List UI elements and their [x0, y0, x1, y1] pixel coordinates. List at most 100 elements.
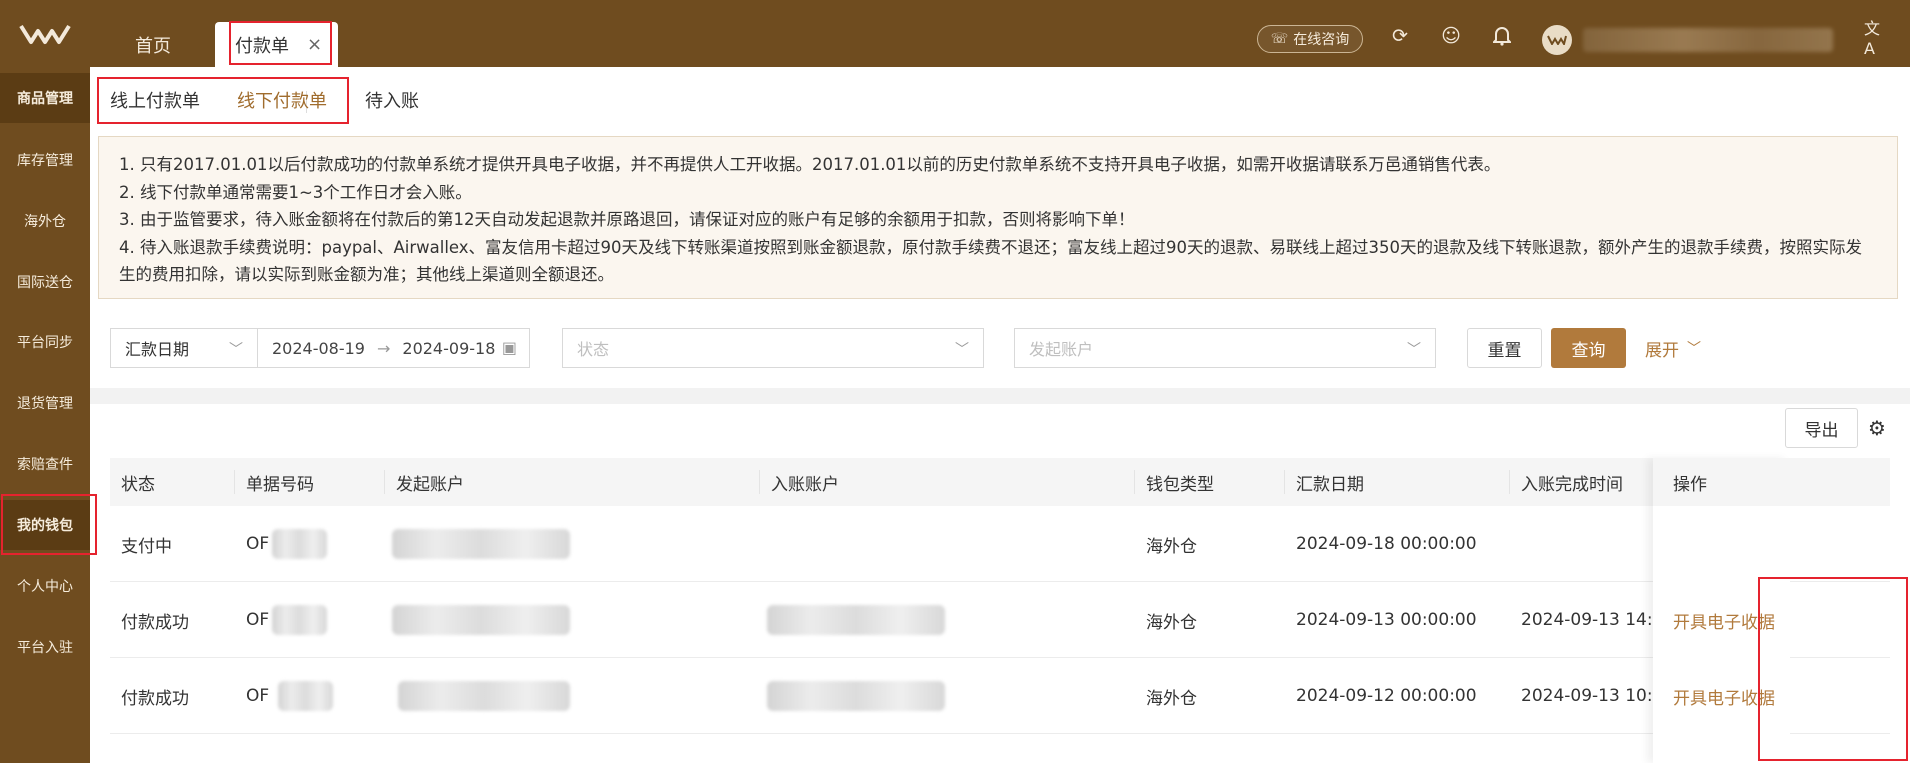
- notice-line-4: 4. 待入账退款手续费说明：paypal、Airwallex、富友信用卡超过90…: [119, 237, 1863, 285]
- sidebar-item-profile[interactable]: 个人中心: [0, 561, 90, 611]
- tab-payment-order[interactable]: 付款单 ×: [215, 22, 338, 67]
- refresh-icon[interactable]: ⟳: [1388, 24, 1412, 48]
- sidebar-item-products[interactable]: 商品管理: [0, 73, 90, 123]
- cell-wallet-type: 海外仓: [1146, 612, 1197, 633]
- sidebar-item-label: 退货管理: [17, 396, 73, 412]
- sidebar-item-intl-delivery[interactable]: 国际送仓: [0, 257, 90, 307]
- subtab-pending-credit[interactable]: 待入账: [365, 87, 419, 113]
- account-placeholder: 发起账户: [1029, 340, 1094, 359]
- subtab-offline-payment[interactable]: 线下付款单: [237, 87, 327, 113]
- chevron-down-icon: ﹀: [1687, 341, 1701, 357]
- sidebar-item-platform-onboarding[interactable]: 平台入驻: [0, 622, 90, 672]
- cell-doc-no[interactable]: OF: [246, 582, 269, 658]
- column-doc-no: 单据号码: [246, 474, 314, 495]
- gear-icon[interactable]: ⚙: [1868, 416, 1886, 440]
- chevron-down-icon: ﹀: [955, 342, 969, 358]
- feedback-icon[interactable]: ☺: [1439, 24, 1463, 48]
- issue-receipt-link[interactable]: 开具电子收据: [1673, 608, 1775, 633]
- doc-no-redacted: [272, 605, 327, 635]
- subtab-online-payment[interactable]: 线上付款单: [110, 87, 200, 113]
- sidebar-item-label: 平台同步: [17, 335, 73, 351]
- cell-doc-no[interactable]: OF: [246, 506, 269, 582]
- sidebar-item-platform-sync[interactable]: 平台同步: [0, 317, 90, 367]
- reset-button[interactable]: 重置: [1467, 328, 1542, 368]
- action-column: 操作 开具电子收据 开具电子收据: [1653, 458, 1790, 763]
- avatar[interactable]: [1542, 25, 1572, 55]
- tab-payment-order-label: 付款单: [235, 35, 289, 57]
- cell-remit-date: 2024-09-12 00:00:00: [1296, 686, 1477, 706]
- cell-doc-no[interactable]: OF: [246, 658, 269, 734]
- online-consult-label: 在线咨询: [1293, 32, 1350, 48]
- column-action: 操作: [1653, 458, 1790, 506]
- user-name-redacted: [1583, 28, 1833, 52]
- sidebar-item-label: 我的钱包: [17, 518, 73, 534]
- headset-icon: ☏: [1270, 31, 1289, 47]
- sidebar: 商品管理 库存管理 海外仓 国际送仓 平台同步 退货管理 索赔查件 我的钱包 个…: [0, 67, 90, 763]
- brand-logo-icon[interactable]: [0, 0, 90, 67]
- calendar-icon: ▣: [501, 338, 517, 357]
- column-divider: [1284, 470, 1285, 494]
- sidebar-item-label: 库存管理: [17, 153, 73, 169]
- chevron-down-icon: ﹀: [1407, 342, 1421, 358]
- cell-status: 支付中: [121, 536, 172, 557]
- initiating-account-redacted: [392, 529, 570, 559]
- sub-tabs: 线上付款单 线下付款单 待入账: [90, 67, 1910, 133]
- expand-button[interactable]: 展开 ﹀: [1645, 328, 1725, 368]
- section-divider: [90, 388, 1910, 404]
- sidebar-item-label: 商品管理: [17, 91, 73, 107]
- export-button[interactable]: 导出: [1785, 408, 1858, 448]
- top-bar: 首页 付款单 × ☏ 在线咨询 ⟳ ☺ 文A: [0, 0, 1910, 67]
- tab-home-label: 首页: [135, 35, 171, 57]
- initiating-account-redacted: [398, 681, 570, 711]
- close-icon[interactable]: ×: [307, 34, 322, 55]
- column-status: 状态: [121, 474, 155, 495]
- sidebar-item-label: 平台入驻: [17, 640, 73, 656]
- tab-home[interactable]: 首页: [118, 22, 188, 67]
- initiating-account-redacted: [392, 605, 570, 635]
- sidebar-item-label: 索赔查件: [17, 457, 73, 473]
- sidebar-item-returns[interactable]: 退货管理: [0, 378, 90, 428]
- action-cell: 开具电子收据: [1673, 582, 1775, 658]
- table-row: 支付中 OF 海外仓 2024-09-18 00:00:00: [110, 506, 1890, 582]
- column-complete-time: 入账完成时间: [1521, 474, 1623, 495]
- date-end: 2024-09-18: [402, 338, 496, 358]
- doc-no-redacted: [278, 681, 333, 711]
- status-select[interactable]: 状态 ﹀: [562, 328, 984, 368]
- status-placeholder: 状态: [577, 340, 610, 359]
- column-wallet-type: 钱包类型: [1146, 474, 1214, 495]
- column-receiving-account: 入账账户: [771, 474, 839, 495]
- sidebar-item-claims[interactable]: 索赔查件: [0, 439, 90, 489]
- chevron-down-icon: ﹀: [229, 342, 243, 358]
- notice-line-1: 1. 只有2017.01.01以后付款成功的付款单系统才提供开具电子收据，并不再…: [119, 155, 1501, 174]
- notice-panel: 1. 只有2017.01.01以后付款成功的付款单系统才提供开具电子收据，并不再…: [98, 136, 1898, 299]
- query-button[interactable]: 查询: [1551, 328, 1626, 368]
- receiving-account-redacted: [767, 605, 945, 635]
- table-header: 状态 单据号码 发起账户 入账账户 钱包类型 汇款日期 入账完成时间 付: [110, 458, 1890, 506]
- date-range-picker[interactable]: 2024-08-19 → 2024-09-18 ▣: [257, 328, 530, 368]
- column-divider: [1509, 470, 1510, 494]
- date-type-select[interactable]: 汇款日期 ﹀: [110, 328, 257, 368]
- table-row: 付款成功 OF 海外仓 2024-09-12 00:00:00 2024-09-…: [110, 658, 1890, 734]
- cell-status: 付款成功: [121, 688, 189, 709]
- column-divider: [234, 470, 235, 494]
- notice-line-2: 2. 线下付款单通常需要1~3个工作日才会入账。: [119, 182, 472, 202]
- date-start: 2024-08-19: [272, 338, 365, 358]
- table-row: 付款成功 OF 海外仓 2024-09-13 00:00:00 2024-09-…: [110, 582, 1890, 658]
- date-arrow: →: [376, 338, 391, 358]
- sidebar-item-overseas-warehouse[interactable]: 海外仓: [0, 196, 90, 246]
- sidebar-item-label: 海外仓: [24, 214, 66, 230]
- translate-icon[interactable]: 文A: [1864, 19, 1888, 58]
- bell-icon[interactable]: [1490, 24, 1514, 48]
- column-divider: [1134, 470, 1135, 494]
- sidebar-item-wallet[interactable]: 我的钱包: [0, 500, 90, 550]
- column-divider: [759, 470, 760, 494]
- online-consult-button[interactable]: ☏ 在线咨询: [1257, 25, 1363, 53]
- notice-line-3: 3. 由于监管要求，待入账金额将在付款后的第12天自动发起退款并原路退回，请保证…: [119, 210, 1135, 229]
- sidebar-item-inventory[interactable]: 库存管理: [0, 135, 90, 185]
- sidebar-item-label: 国际送仓: [17, 275, 73, 291]
- doc-no-redacted: [272, 529, 327, 559]
- action-cell: 开具电子收据: [1673, 658, 1775, 734]
- initiating-account-select[interactable]: 发起账户 ﹀: [1014, 328, 1436, 368]
- cell-remit-date: 2024-09-13 00:00:00: [1296, 610, 1477, 630]
- issue-receipt-link[interactable]: 开具电子收据: [1673, 684, 1775, 709]
